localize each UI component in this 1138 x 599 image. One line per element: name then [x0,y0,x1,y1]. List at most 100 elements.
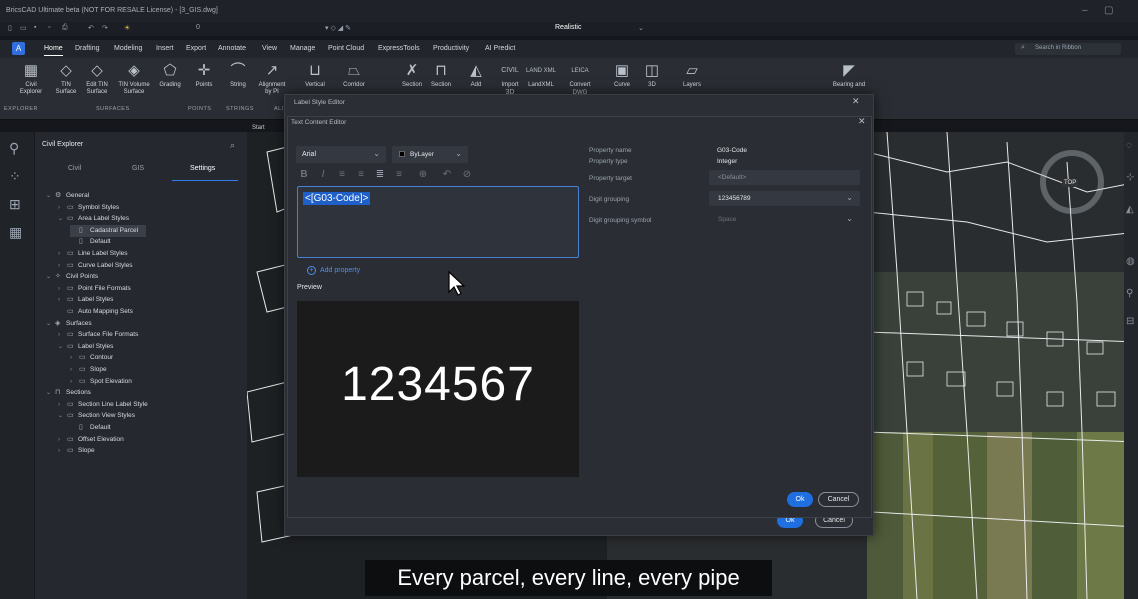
tab-point-cloud[interactable]: Point Cloud [328,45,364,52]
grading-button[interactable]: ⬠ Grading [155,60,185,89]
digit-grouping-select[interactable]: 123456789 ⌄ [709,191,860,206]
draw-tools-icon[interactable]: ▾ ◇ ◢ ✎ [325,24,351,32]
tab-annotate[interactable]: Annotate [218,45,246,52]
chevron-right-icon[interactable]: › [58,248,67,260]
chevron-right-icon[interactable]: › [70,352,79,364]
chevron-down-icon[interactable]: ⌄ [58,341,67,353]
save-icon[interactable]: ▪ [34,24,36,31]
tree-item[interactable]: › ▭ Offset Elevation [58,434,124,446]
chevron-right-icon[interactable]: › [58,260,67,272]
bold-icon[interactable]: B [297,168,311,182]
layers-button[interactable]: ▱ Layers [672,60,712,89]
pin-icon[interactable]: ⚲ [9,140,19,157]
tab-ai-predict[interactable]: AI Predict [485,45,515,52]
tree-item[interactable]: ⌄ ▭ Label Styles [58,341,113,353]
tree-item[interactable]: ⌄ ✧ Civil Points [46,271,98,283]
tree-item[interactable]: ▯ Cadastral Parcel [70,224,147,237]
chevron-right-icon[interactable]: › [58,202,67,214]
print-icon[interactable]: ⎙ [62,24,68,32]
tree-item[interactable]: › ▭ Slope [58,445,95,457]
tree-item[interactable]: › ▭ Contour [70,352,113,364]
curve-button[interactable]: ▣ Curve [608,60,636,89]
vertical-button[interactable]: ⊔ Vertical [298,60,332,89]
right-tool-icon-3[interactable]: ◭ [1126,204,1134,215]
ribbon-search-input[interactable]: ⌕ Search in Ribbon [1015,43,1121,55]
tab-insert[interactable]: Insert [156,45,174,52]
insert-field-icon[interactable]: ⊕ [416,168,430,182]
tree-item[interactable]: ▭ Auto Mapping Sets [58,306,133,318]
tab-drafting[interactable]: Drafting [75,45,100,52]
clear-format-icon[interactable]: ⊘ [460,168,474,182]
section-button[interactable]: ✗ Section [398,60,426,89]
tin-surface-button[interactable]: ◇ TIN Surface [52,60,80,96]
civil-explorer-button[interactable]: ▦ Civil Explorer [16,60,46,96]
tab-gis[interactable]: GIS [132,165,144,172]
tree-item[interactable]: › ▭ Symbol Styles [58,202,119,214]
text-content-input[interactable]: <[G03-Code]> [297,186,579,258]
add-property-link[interactable]: + Add property [307,266,360,275]
chevron-right-icon[interactable]: › [58,294,67,306]
open-file-icon[interactable]: ▭ [20,24,27,32]
tree-item[interactable]: ⌄ ▭ Area Label Styles [58,213,129,225]
color-select[interactable]: ByLayer ⌄ [392,146,468,163]
chevron-right-icon[interactable]: › [70,364,79,376]
label-style-editor-close-icon[interactable]: ✕ [852,96,860,107]
redo-icon[interactable]: ↷ [102,24,108,32]
layer-name[interactable]: 0 [196,24,200,31]
viewcube-top-label[interactable]: TOP [1062,179,1079,187]
tab-productivity[interactable]: Productivity [433,45,469,52]
3d-button[interactable]: ◫ 3D [638,60,666,89]
new-file-icon[interactable]: ▯ [8,24,12,32]
tab-view[interactable]: View [262,45,277,52]
layer-light-icon[interactable]: ☀ [124,24,130,32]
visual-style-value[interactable]: Realistic [555,24,581,31]
tree-item[interactable]: › ▭ Point File Formats [58,283,131,295]
tab-modeling[interactable]: Modeling [114,45,142,52]
bearing-button[interactable]: ◤ Bearing and [826,60,872,89]
tree-item[interactable]: › ▭ Surface File Formats [58,329,138,341]
add-label-button[interactable]: ◭ Add [462,60,490,89]
text-editor-cancel-button[interactable]: Cancel [818,492,859,507]
tree-item[interactable]: › ▭ Slope [70,364,107,376]
right-tool-icon-2[interactable]: ⊹ [1126,172,1134,183]
landxml-button[interactable]: LAND XML LandXML [526,60,556,89]
chevron-right-icon[interactable]: › [58,329,67,341]
right-tool-icon-4[interactable]: ◍ [1126,256,1135,267]
tree-item[interactable]: › ▭ Label Styles [58,294,113,306]
chevron-down-icon[interactable]: ⌄ [58,213,67,225]
chevron-right-icon[interactable]: › [58,399,67,411]
alignment-button[interactable]: ↗ Alignment by PI [258,60,286,96]
tin-volume-surface-button[interactable]: ◈ TIN Volume Surface [114,60,154,96]
points-panel-icon[interactable]: ⁘ [9,168,21,185]
doc-tab-start[interactable]: Start [252,125,265,131]
property-target-field[interactable]: <Default> [709,170,860,185]
app-menu-button[interactable]: A [12,42,25,55]
chevron-right-icon[interactable]: › [70,376,79,388]
tree-item[interactable]: ⌄ ◈ Surfaces [46,318,92,330]
tab-expresstools[interactable]: ExpressTools [378,45,420,52]
chevron-down-icon[interactable]: ⌄ [46,318,55,330]
right-tool-icon-6[interactable]: ⊟ [1126,316,1134,327]
convert-button[interactable]: LEICA DWG Convert [564,60,596,96]
text-editor-ok-button[interactable]: Ok [787,492,813,507]
points-button[interactable]: ✛ Points [190,60,218,89]
grid-panel-icon[interactable]: ▦ [9,224,22,241]
save-as-icon[interactable]: ▫ [48,24,50,31]
right-tool-icon-1[interactable]: ◌ [1126,140,1132,151]
text-content-editor-close-icon[interactable]: ✕ [858,116,866,127]
edit-tin-surface-button[interactable]: ◇ Edit TIN Surface [82,60,112,96]
chevron-down-icon[interactable]: ⌄ [46,387,55,399]
civil3d-import-button[interactable]: CIVIL 3D Import [496,60,524,96]
explorer-search-icon[interactable]: ⌕ [230,140,235,151]
align-left-icon[interactable]: ≡ [335,168,349,182]
tree-item[interactable]: ⌄ ⊓ Sections [46,387,91,399]
tree-item[interactable]: › ▭ Line Label Styles [58,248,128,260]
restore-button[interactable]: ▢ [1104,5,1113,16]
align-justify-icon[interactable]: ≣ [373,168,387,182]
right-tool-icon-5[interactable]: ⚲ [1126,288,1133,299]
tab-civil[interactable]: Civil [68,165,81,172]
corridor-button[interactable]: ⏢ Corridor [334,60,374,89]
tab-manage[interactable]: Manage [290,45,315,52]
tree-item[interactable]: ▯ Default [70,236,111,248]
tree-item[interactable]: › ▭ Curve Label Styles [58,260,133,272]
